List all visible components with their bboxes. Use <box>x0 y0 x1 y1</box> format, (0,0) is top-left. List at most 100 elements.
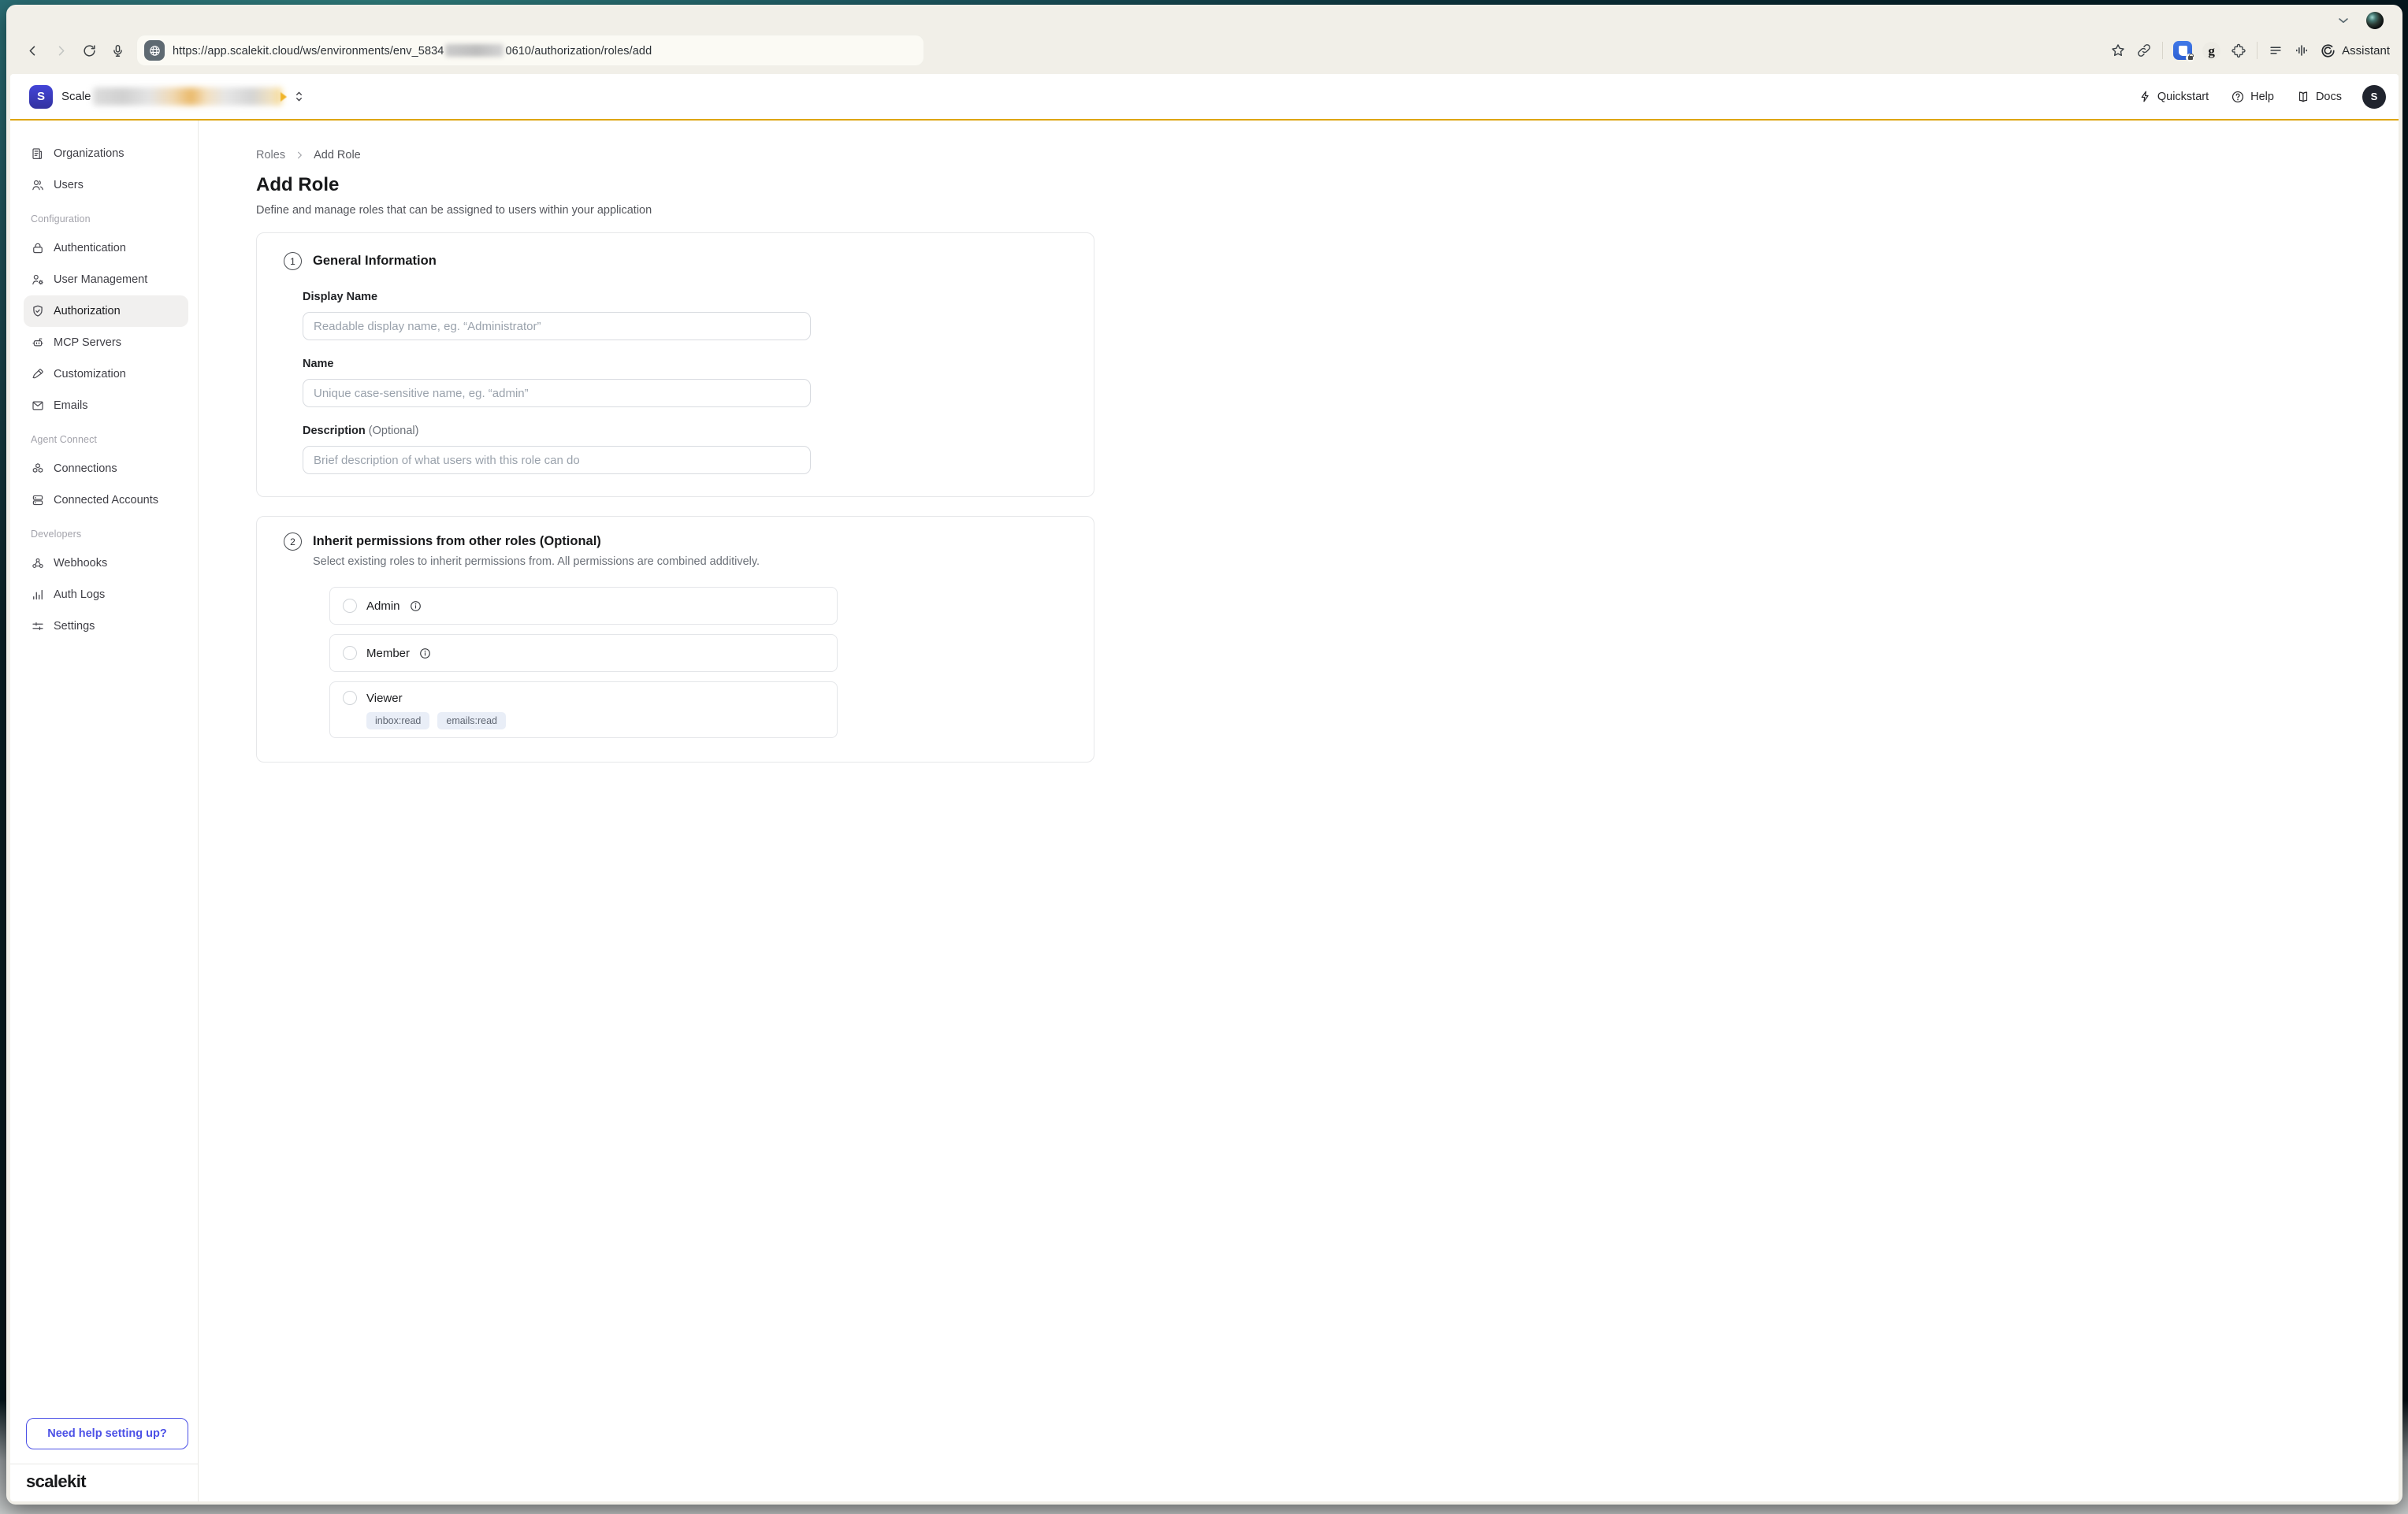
role-option-admin[interactable]: Admin <box>329 587 838 625</box>
extensions-puzzle-icon[interactable] <box>2231 43 2246 58</box>
sidebar-item-webhooks[interactable]: Webhooks <box>24 547 188 579</box>
admin-info-icon[interactable] <box>410 600 422 612</box>
sidebar-item-label: MCP Servers <box>54 336 121 349</box>
address-bar[interactable]: https://app.scalekit.cloud/ws/environmen… <box>136 35 924 66</box>
sidebar-section-developers: Developers <box>24 529 188 543</box>
cubes-icon <box>31 462 45 476</box>
shield-check-icon <box>31 304 45 318</box>
site-favicon-globe-icon <box>144 40 165 61</box>
member-info-icon[interactable] <box>419 648 431 659</box>
sidebar-item-authorization[interactable]: Authorization <box>24 295 188 327</box>
password-manager-extension-icon[interactable] <box>2173 41 2192 60</box>
admin-radio[interactable] <box>343 599 357 613</box>
webhook-icon <box>31 556 45 570</box>
sidebar-item-label: Auth Logs <box>54 588 105 601</box>
section-title: General Information <box>313 254 437 269</box>
sidebar-item-auth-logs[interactable]: Auth Logs <box>24 579 188 610</box>
book-icon <box>2296 90 2310 104</box>
browser-toolbar: https://app.scalekit.cloud/ws/environmen… <box>6 33 2402 74</box>
sidebar-item-settings[interactable]: Settings <box>24 610 188 642</box>
sidebar-item-connections[interactable]: Connections <box>24 453 188 484</box>
app-header: S Scale Quickstart Help D <box>10 74 2399 121</box>
permission-tag: inbox:read <box>366 712 429 729</box>
permission-tag: emails:read <box>437 712 506 729</box>
help-button[interactable]: Help <box>2231 90 2274 104</box>
server-stack-icon <box>31 493 45 507</box>
g-extension-icon[interactable]: g <box>2202 42 2220 60</box>
sidebar-item-label: Connections <box>54 462 117 475</box>
sidebar-item-user-management[interactable]: User Management <box>24 264 188 295</box>
workspace-redaction-triangle <box>281 92 287 102</box>
display-name-input[interactable] <box>303 312 811 340</box>
sidebar-item-organizations[interactable]: Organizations <box>24 138 188 169</box>
name-label: Name <box>303 358 811 373</box>
sidebar-item-label: Settings <box>54 620 95 633</box>
assistant-button[interactable]: Assistant <box>2320 43 2390 59</box>
scalekit-app-page: S Scale Quickstart Help D <box>10 74 2399 1501</box>
scalekit-logo: S <box>29 85 53 109</box>
sidebar-item-users[interactable]: Users <box>24 169 188 201</box>
workspace-name: Scale <box>61 90 91 103</box>
sidebar-item-customization[interactable]: Customization <box>24 358 188 390</box>
lock-icon <box>31 241 45 255</box>
browser-menu-chevron-down-icon[interactable] <box>2336 13 2350 28</box>
sidebar-item-emails[interactable]: Emails <box>24 390 188 421</box>
sidebar-item-label: User Management <box>54 273 147 286</box>
assistant-swirl-icon <box>2320 43 2336 59</box>
assistant-label: Assistant <box>2342 44 2390 58</box>
section-title: Inherit permissions from other roles (Op… <box>313 534 601 549</box>
optional-hint: (Optional) <box>369 425 419 437</box>
step-number-badge: 2 <box>284 532 302 551</box>
workspace-selector-caret-icon[interactable] <box>293 90 305 103</box>
name-input[interactable] <box>303 379 811 407</box>
description-input[interactable] <box>303 446 811 474</box>
viewer-radio[interactable] <box>343 691 357 705</box>
sliders-icon <box>31 619 45 633</box>
browser-title-strip <box>6 5 2402 33</box>
reload-button-icon[interactable] <box>82 43 97 58</box>
back-button-icon[interactable] <box>25 43 40 58</box>
sidebar: Organizations Users Configuration Authen… <box>10 121 199 1501</box>
page-title: Add Role <box>256 174 2399 196</box>
sidebar-section-agent-connect: Agent Connect <box>24 434 188 448</box>
page-subtitle: Define and manage roles that can be assi… <box>256 202 2399 218</box>
sidebar-footer: scalekit <box>10 1464 198 1501</box>
bar-chart-icon <box>31 588 45 602</box>
voice-search-mic-icon[interactable] <box>110 43 125 58</box>
sidebar-item-connected-accounts[interactable]: Connected Accounts <box>24 484 188 516</box>
lightning-icon <box>2139 90 2152 103</box>
bookmark-star-icon[interactable] <box>2110 43 2126 58</box>
robot-icon <box>31 336 45 350</box>
section-description: Select existing roles to inherit permiss… <box>313 555 1094 571</box>
sidebar-item-authentication[interactable]: Authentication <box>24 232 188 264</box>
user-avatar[interactable]: S <box>2362 85 2386 109</box>
reading-list-icon[interactable] <box>2268 43 2284 58</box>
sidebar-item-label: Authorization <box>54 305 121 317</box>
role-option-label: Admin <box>366 599 400 613</box>
description-label: Description (Optional) <box>303 425 811 440</box>
docs-button[interactable]: Docs <box>2296 90 2342 104</box>
browser-window: https://app.scalekit.cloud/ws/environmen… <box>6 5 2402 1505</box>
sidebar-item-label: Customization <box>54 368 126 380</box>
member-radio[interactable] <box>343 646 357 660</box>
need-help-button[interactable]: Need help setting up? <box>26 1418 188 1449</box>
forward-button-icon[interactable] <box>54 43 69 58</box>
breadcrumb: Roles Add Role <box>256 147 2399 163</box>
users-icon <box>31 178 45 192</box>
sidebar-item-label: Users <box>54 179 84 191</box>
organizations-icon <box>31 147 45 161</box>
scalekit-wordmark: scalekit <box>26 1471 86 1491</box>
voice-waveform-icon[interactable] <box>2294 43 2310 58</box>
breadcrumb-roles-link[interactable]: Roles <box>256 149 285 161</box>
copy-link-icon[interactable] <box>2136 43 2152 58</box>
toolbar-divider <box>2162 42 2163 59</box>
workspace-name-redaction-blur <box>93 87 282 106</box>
role-option-member[interactable]: Member <box>329 634 838 672</box>
role-option-viewer[interactable]: Viewer inbox:read emails:read <box>329 681 838 738</box>
browser-profile-avatar[interactable] <box>2366 12 2384 29</box>
help-question-icon <box>2231 90 2245 104</box>
quickstart-button[interactable]: Quickstart <box>2139 90 2209 103</box>
sidebar-item-mcp-servers[interactable]: MCP Servers <box>24 327 188 358</box>
role-option-label: Member <box>366 647 410 660</box>
envelope-icon <box>31 399 45 413</box>
